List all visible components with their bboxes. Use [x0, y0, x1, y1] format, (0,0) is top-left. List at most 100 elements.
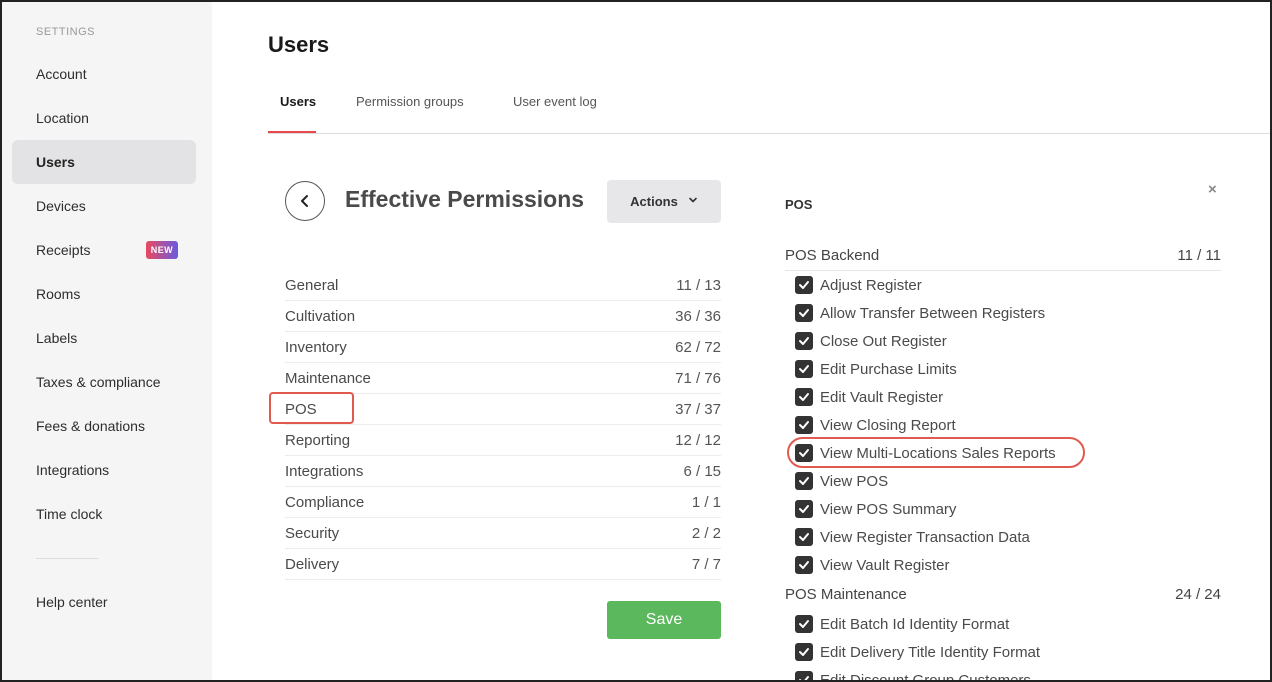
group-name: POS Maintenance	[785, 586, 907, 603]
sidebar-item-receipts[interactable]: Receipts NEW	[12, 228, 196, 272]
active-tab-indicator	[268, 131, 316, 133]
category-count: 1 / 1	[691, 493, 721, 511]
checkbox-checked-icon[interactable]	[795, 304, 813, 322]
permission-label: Edit Purchase Limits	[820, 360, 957, 378]
category-count: 36 / 36	[675, 307, 721, 325]
group-count: 24 / 24	[1175, 586, 1221, 603]
category-row-integrations[interactable]: Integrations 6 / 15	[285, 456, 721, 487]
checkbox-checked-icon[interactable]	[795, 416, 813, 434]
checkbox-checked-icon[interactable]	[795, 472, 813, 490]
group-count: 11 / 11	[1177, 247, 1221, 264]
permission-item[interactable]: Edit Purchase Limits	[795, 355, 957, 383]
permission-item[interactable]: View POS Summary	[795, 495, 956, 523]
permission-label: View Register Transaction Data	[820, 528, 1030, 546]
sidebar-item-rooms[interactable]: Rooms	[12, 272, 196, 316]
sidebar-item-devices[interactable]: Devices	[12, 184, 196, 228]
category-name: Security	[285, 524, 340, 542]
permission-item[interactable]: Edit Delivery Title Identity Format	[795, 638, 1040, 666]
close-icon[interactable]: ×	[1208, 181, 1217, 198]
category-row-compliance[interactable]: Compliance 1 / 1	[285, 487, 721, 518]
category-count: 12 / 12	[675, 431, 721, 449]
page-title: Users	[268, 32, 330, 57]
sidebar-item-time-clock[interactable]: Time clock	[12, 492, 196, 536]
tab-user-event-log[interactable]: User event log	[513, 94, 597, 109]
save-button[interactable]: Save	[607, 601, 721, 639]
category-row-inventory[interactable]: Inventory 62 / 72	[285, 332, 721, 363]
checkbox-checked-icon[interactable]	[795, 276, 813, 294]
help-center-link[interactable]: Help center	[36, 594, 108, 610]
sidebar-item-labels[interactable]: Labels	[12, 316, 196, 360]
checkbox-checked-icon[interactable]	[795, 360, 813, 378]
category-row-maintenance[interactable]: Maintenance 71 / 76	[285, 363, 721, 394]
category-name: Integrations	[285, 462, 364, 480]
checkbox-checked-icon[interactable]	[795, 615, 813, 633]
category-count: 6 / 15	[683, 462, 721, 480]
permission-label: View POS Summary	[820, 500, 957, 518]
category-count: 11 / 13	[676, 276, 721, 294]
sidebar-item-account[interactable]: Account	[12, 52, 196, 96]
sidebar-item-label: Time clock	[36, 506, 103, 522]
permission-label: Allow Transfer Between Registers	[820, 304, 1046, 322]
sidebar-item-label: Fees & donations	[36, 418, 145, 434]
chevron-left-icon	[301, 195, 308, 207]
permission-item[interactable]: View Closing Report	[795, 411, 956, 439]
sidebar-section-title: SETTINGS	[36, 26, 96, 38]
sidebar-nav: Account Location Users Devices Receipts N…	[12, 52, 196, 536]
chevron-down-icon	[688, 195, 698, 208]
category-name: Cultivation	[285, 307, 356, 325]
category-row-delivery[interactable]: Delivery 7 / 7	[285, 549, 721, 580]
tab-users[interactable]: Users	[280, 94, 316, 109]
permission-item[interactable]: Close Out Register	[795, 327, 947, 355]
effective-permissions-title: Effective Permissions	[345, 186, 585, 212]
permission-label: Edit Discount Group Customers	[820, 671, 1031, 682]
permission-item[interactable]: Edit Batch Id Identity Format	[795, 610, 1009, 638]
permission-label: Edit Vault Register	[820, 388, 944, 406]
sidebar-item-label: Users	[36, 154, 75, 170]
permission-item[interactable]: Edit Vault Register	[795, 383, 943, 411]
sidebar-item-label: Location	[36, 110, 89, 126]
category-row-cultivation[interactable]: Cultivation 36 / 36	[285, 301, 721, 332]
category-count: 37 / 37	[675, 400, 721, 418]
permission-label: Close Out Register	[820, 332, 947, 350]
sidebar-item-location[interactable]: Location	[12, 96, 196, 140]
permission-label: Edit Batch Id Identity Format	[820, 615, 1010, 633]
permission-item[interactable]: View Vault Register	[795, 551, 950, 579]
settings-sidebar: SETTINGS Account Location Users Devices …	[2, 2, 212, 680]
checkbox-checked-icon[interactable]	[795, 332, 813, 350]
sidebar-item-label: Rooms	[36, 286, 81, 302]
checkbox-checked-icon[interactable]	[795, 388, 813, 406]
group-name: POS Backend	[785, 247, 880, 264]
back-button[interactable]	[285, 181, 325, 221]
checkbox-checked-icon[interactable]	[795, 528, 813, 546]
category-count: 71 / 76	[675, 369, 721, 387]
permission-label: Edit Delivery Title Identity Format	[820, 643, 1041, 661]
checkbox-checked-icon[interactable]	[795, 643, 813, 661]
permission-label: Adjust Register	[820, 276, 922, 294]
tab-permission-groups[interactable]: Permission groups	[356, 94, 464, 109]
sidebar-item-users[interactable]: Users	[12, 140, 196, 184]
permission-item[interactable]: View POS	[795, 467, 888, 495]
actions-label: Actions	[630, 194, 678, 209]
sidebar-item-label: Labels	[36, 330, 78, 346]
actions-button[interactable]: Actions	[607, 180, 721, 223]
category-name: Maintenance	[285, 369, 371, 387]
permission-item[interactable]: Adjust Register	[795, 271, 922, 299]
checkbox-checked-icon[interactable]	[795, 556, 813, 574]
permission-item[interactable]: View Register Transaction Data	[795, 523, 1030, 551]
sidebar-item-integrations[interactable]: Integrations	[12, 448, 196, 492]
permission-label: View Closing Report	[820, 416, 956, 434]
tab-bar: Users Permission groups User event log	[268, 86, 1272, 134]
sidebar-item-taxes-compliance[interactable]: Taxes & compliance	[12, 360, 196, 404]
sidebar-item-label: Account	[36, 66, 87, 82]
category-row-reporting[interactable]: Reporting 12 / 12	[285, 425, 721, 456]
permission-category-list: General 11 / 13 Cultivation 36 / 36 Invent…	[285, 270, 721, 580]
permission-label: View Vault Register	[820, 556, 950, 574]
category-row-general[interactable]: General 11 / 13	[285, 270, 721, 301]
category-name: Inventory	[285, 338, 347, 356]
permission-item[interactable]: Allow Transfer Between Registers	[795, 299, 1045, 327]
checkbox-checked-icon[interactable]	[795, 671, 813, 682]
sidebar-item-fees-donations[interactable]: Fees & donations	[12, 404, 196, 448]
permission-item[interactable]: Edit Discount Group Customers	[795, 666, 1031, 682]
checkbox-checked-icon[interactable]	[795, 500, 813, 518]
category-row-security[interactable]: Security 2 / 2	[285, 518, 721, 549]
